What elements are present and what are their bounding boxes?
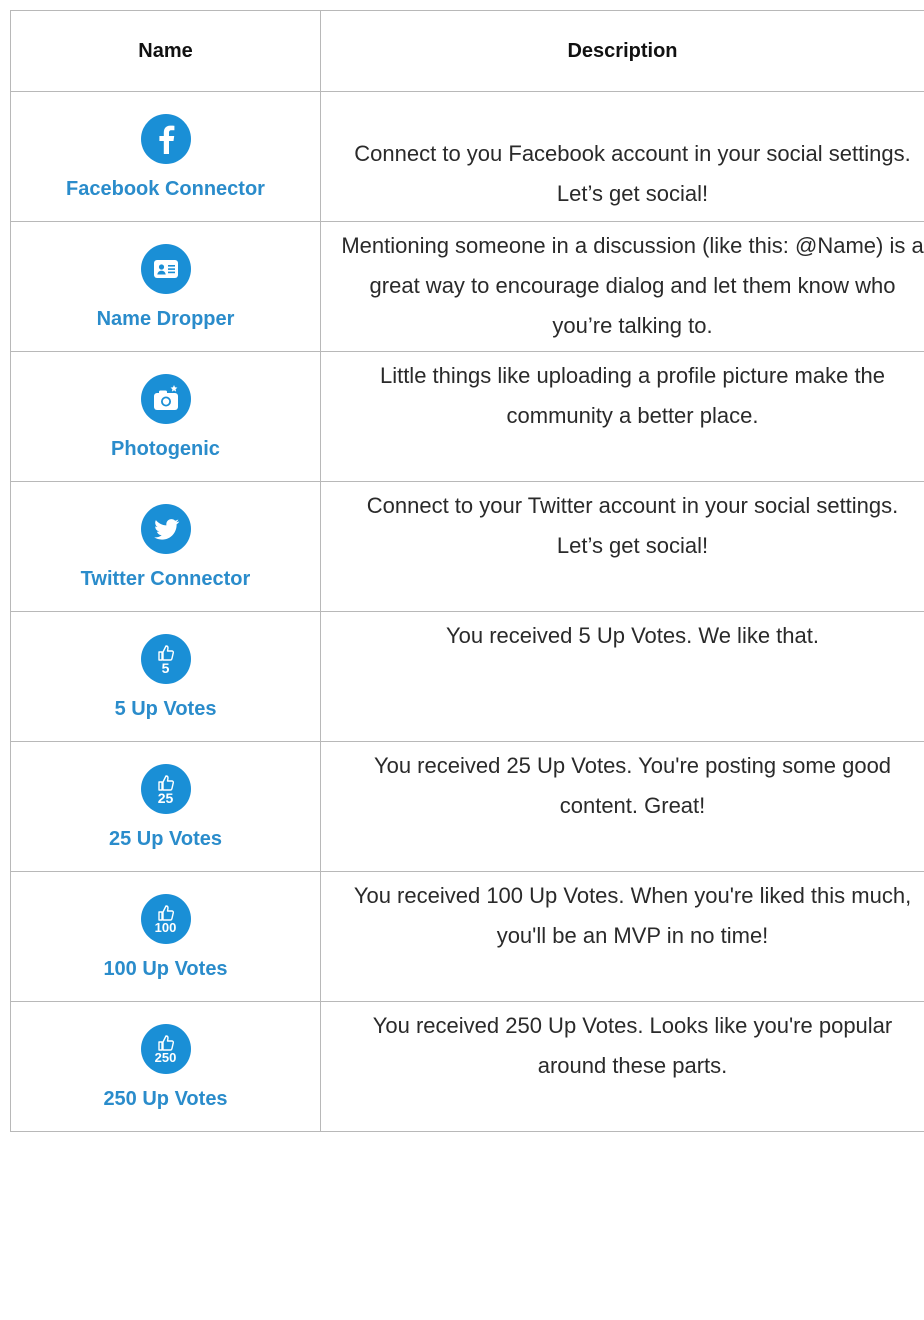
badge-description: Little things like uploading a profile p… [379,363,886,428]
table-row: 5 5 Up Votes You received 5 Up Votes. We… [10,611,924,742]
badge-name: 250 Up Votes [103,1088,228,1110]
thumbs-up-icon: 5 [140,634,191,684]
badge-description: You received 5 Up Votes. We like that. [445,623,819,648]
badge-name-cell: 25 25 Up Votes [10,741,321,872]
badge-description-cell: You received 100 Up Votes. When you're l… [320,871,924,1002]
badge-description-cell: You received 5 Up Votes. We like that. [320,611,924,742]
vote-badge-number: 250 [154,1050,177,1065]
badge-description-cell: Connect to you Facebook account in your … [320,91,924,222]
camera-icon [140,374,191,424]
badge-name: Photogenic [111,438,220,460]
badge-description: Mentioning someone in a discussion (like… [341,233,924,338]
thumbs-up-icon: 250 [140,1024,191,1074]
header-description: Description [320,10,924,92]
table-row: Facebook Connector Connect to you Facebo… [10,91,924,222]
badge-name: Twitter Connector [80,568,251,590]
badge-description-cell: You received 25 Up Votes. You're posting… [320,741,924,872]
badge-name-cell: 100 100 Up Votes [10,871,321,1002]
badge-description-cell: Connect to your Twitter account in your … [320,481,924,612]
badge-name-cell: 250 250 Up Votes [10,1001,321,1132]
badge-description: Connect to you Facebook account in your … [354,141,911,206]
table-header-row: Name Description [10,10,924,92]
badge-description-cell: You received 250 Up Votes. Looks like yo… [320,1001,924,1132]
badge-description-cell: Little things like uploading a profile p… [320,351,924,482]
vote-badge-number: 5 [161,659,170,676]
facebook-icon [140,114,191,164]
badge-description-cell: Mentioning someone in a discussion (like… [320,221,924,352]
badges-table: Name Description Facebook Connector Conn… [10,10,924,1132]
badge-name: 25 Up Votes [109,828,222,850]
badge-name: Name Dropper [96,308,235,330]
badges-table-container: Name Description Facebook Connector Conn… [10,10,924,1132]
badge-name-cell: 5 5 Up Votes [10,611,321,742]
header-name: Name [10,10,321,92]
thumbs-up-icon: 100 [140,894,191,944]
badge-description: Connect to your Twitter account in your … [366,493,899,558]
id-card-icon [140,244,191,294]
badge-name: 100 Up Votes [103,958,228,980]
thumbs-up-icon: 25 [140,764,191,814]
vote-badge-number: 25 [157,789,174,806]
vote-badge-number: 100 [154,920,177,935]
badge-name: 5 Up Votes [114,698,217,720]
table-row: Photogenic Little things like uploading … [10,351,924,482]
twitter-icon [140,504,191,554]
badge-description: You received 250 Up Votes. Looks like yo… [372,1013,893,1078]
table-row: Twitter Connector Connect to your Twitte… [10,481,924,612]
badge-name: Facebook Connector [66,178,265,200]
badge-name-cell: Facebook Connector [10,91,321,222]
badge-name-cell: Photogenic [10,351,321,482]
table-row: 25 25 Up Votes You received 25 Up Votes.… [10,741,924,872]
table-row: Name Dropper Mentioning someone in a dis… [10,221,924,352]
badge-name-cell: Twitter Connector [10,481,321,612]
table-row: 250 250 Up Votes You received 250 Up Vot… [10,1001,924,1132]
badge-name-cell: Name Dropper [10,221,321,352]
badge-description: You received 100 Up Votes. When you're l… [353,883,912,948]
table-row: 100 100 Up Votes You received 100 Up Vot… [10,871,924,1002]
badge-description: You received 25 Up Votes. You're posting… [373,753,892,818]
